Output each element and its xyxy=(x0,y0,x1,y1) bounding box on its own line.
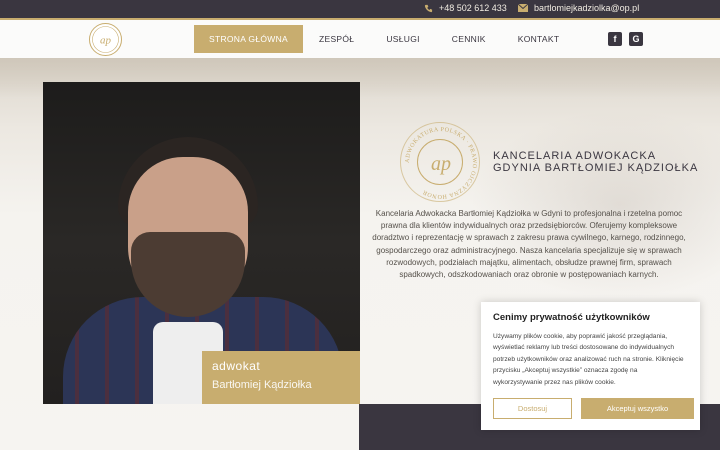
facebook-icon[interactable]: f xyxy=(608,32,622,46)
logo-text: ap xyxy=(100,35,112,47)
menu: STRONA GŁÓWNA ZESPÓŁ USŁUGI CENNIK KONTA… xyxy=(194,25,575,53)
lawyer-title: adwokat xyxy=(212,359,261,373)
main-navigation: ap STRONA GŁÓWNA ZESPÓŁ USŁUGI CENNIK KO… xyxy=(0,20,720,58)
nav-item-services[interactable]: USŁUGI xyxy=(370,25,435,53)
customize-button[interactable]: Dostosuj xyxy=(493,398,572,419)
name-caption: adwokat Bartłomiej Kądziołka xyxy=(202,351,360,404)
firm-description: Kancelaria Adwokacka Bartłomiej Kądziołk… xyxy=(372,209,686,280)
accept-all-button[interactable]: Akceptuj wszystko xyxy=(581,398,694,419)
cookie-title: Cenimy prywatność użytkowników xyxy=(493,312,650,323)
headline-line-2: GDYNIA BARTŁOMIEJ KĄDZIOŁKA xyxy=(493,162,699,174)
bar-association-emblem: ADWOKATURA POLSKA · PRAWO OJCZYZNA HONOR… xyxy=(400,122,480,202)
firm-headline: KANCELARIA ADWOKACKA GDYNIA BARTŁOMIEJ K… xyxy=(493,150,698,174)
cookie-text: Używamy plików cookie, aby poprawić jako… xyxy=(493,333,684,386)
phone-number: +48 502 612 433 xyxy=(439,3,507,13)
nav-item-pricing[interactable]: CENNIK xyxy=(436,25,502,53)
email-contact[interactable]: bartlomiejkadziolka@op.pl xyxy=(518,3,639,13)
google-icon[interactable]: G xyxy=(629,32,643,46)
lawyer-name: Bartłomiej Kądziołka xyxy=(212,379,312,391)
nav-item-contact[interactable]: KONTAKT xyxy=(502,25,576,53)
nav-item-team[interactable]: ZESPÓŁ xyxy=(303,25,370,53)
email-address: bartlomiejkadziolka@op.pl xyxy=(534,3,640,13)
cookie-consent-dialog: Cenimy prywatność użytkowników Używamy p… xyxy=(481,302,700,430)
phone-contact[interactable]: +48 502 612 433 xyxy=(423,3,507,13)
nav-item-home[interactable]: STRONA GŁÓWNA xyxy=(194,25,303,53)
headline-line-1: KANCELARIA ADWOKACKA xyxy=(493,150,657,162)
top-contact-bar: +48 502 612 433 bartlomiejkadziolka@op.p… xyxy=(0,0,720,18)
phone-icon xyxy=(423,3,433,13)
envelope-icon xyxy=(518,3,528,13)
site-logo[interactable]: ap xyxy=(89,23,122,56)
